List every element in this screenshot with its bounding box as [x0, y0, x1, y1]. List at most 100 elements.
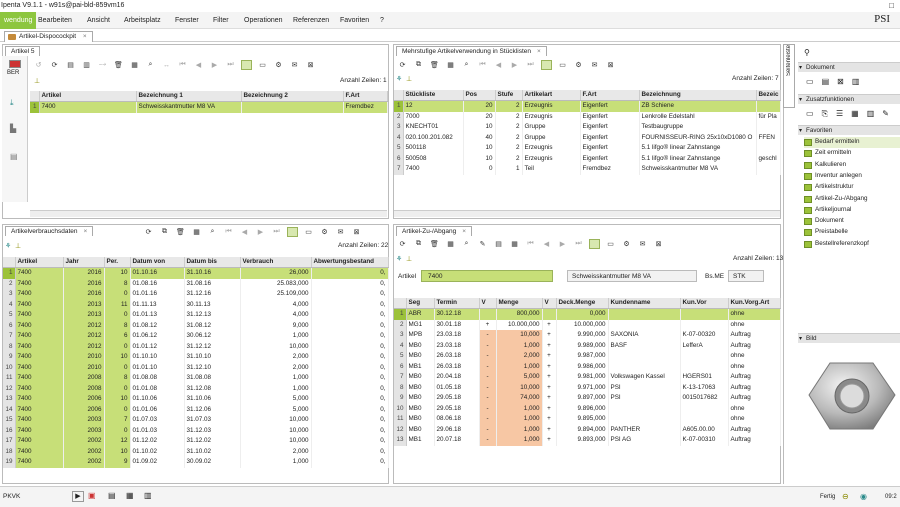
cell-bezeichnung[interactable]: Schweisskantmutter M8 VA	[639, 164, 757, 175]
cell-v[interactable]: -	[479, 361, 497, 372]
cell-kundenname[interactable]	[608, 308, 681, 320]
cell-kun-vor[interactable]	[680, 403, 729, 414]
cell-artikel[interactable]: 7400	[15, 267, 64, 279]
cell-stueckliste[interactable]: 12	[403, 100, 464, 112]
cell-seg[interactable]: MB0	[406, 414, 435, 425]
cell-artikel[interactable]: 7400	[15, 299, 64, 310]
cell-pos[interactable]: 10	[463, 122, 496, 133]
cell-abwertungsbestand[interactable]: 0,	[311, 373, 389, 384]
favorite-item[interactable]: Zeit ermitteln	[804, 148, 900, 159]
table-row[interactable]: 11 7400 2008 8 01.08.08 31.08.08 1,000 0,	[3, 373, 389, 384]
cell-verbrauch[interactable]: 5,000	[240, 404, 312, 415]
cell-abwertungsbestand[interactable]: 0,	[311, 341, 389, 352]
cell-verbrauch[interactable]: 25.109,000	[240, 289, 312, 300]
table-view-icon[interactable]	[589, 239, 600, 249]
cell-seg[interactable]: MB0	[406, 340, 435, 351]
cell-v[interactable]: -	[479, 351, 497, 362]
cell-kundenname[interactable]: PANTHER	[608, 424, 681, 435]
delete-icon[interactable]: 🗑	[429, 60, 440, 70]
cell-menge[interactable]: 5,000	[496, 372, 543, 383]
cell-jahr[interactable]: 2006	[63, 404, 105, 415]
cell-artikel[interactable]: 7400	[15, 436, 64, 447]
cell-seg[interactable]: MB0	[406, 382, 435, 393]
table-row[interactable]: 8 7400 2012 0 01.01.12 31.12.12 10,000 0,	[3, 341, 389, 352]
cell-periode[interactable]: 0	[104, 310, 131, 321]
mail-icon[interactable]: ✉	[637, 239, 648, 249]
prev-icon[interactable]: ◀	[239, 227, 250, 237]
col-periode[interactable]: Per.	[104, 257, 131, 268]
cell-kundenname[interactable]	[608, 319, 681, 330]
cell-fart[interactable]: Eigenfert	[580, 111, 640, 122]
cell-artikel[interactable]: 7400	[15, 425, 64, 436]
tools-icon[interactable]: ⚙	[319, 227, 330, 237]
cell-bezeichnung[interactable]: ZB Schiene	[639, 100, 757, 112]
cell-artikelart[interactable]: Teil	[522, 164, 581, 175]
cell-bezeichnung2[interactable]: geschl	[756, 153, 781, 164]
cell-kun-vor[interactable]	[680, 308, 729, 320]
cell-kun-vor[interactable]	[680, 414, 729, 425]
cell-fart[interactable]: Eigenfert	[580, 100, 640, 112]
cell-deck-menge[interactable]: 9.897,000	[556, 393, 609, 404]
search-icon[interactable]: ⌕	[461, 60, 472, 70]
table-row[interactable]: 6 MB1 26.03.18-1,000 +9.986,000 ohne	[394, 361, 781, 372]
favorite-item[interactable]: Bestellreferenzkopf	[804, 239, 900, 250]
cell-datum-bis[interactable]: 31.10.02	[184, 446, 241, 457]
cell-periode[interactable]: 0	[104, 289, 131, 300]
tools-icon[interactable]: ⚙	[273, 60, 284, 70]
cell-abwertungsbestand[interactable]: 0,	[311, 267, 389, 279]
cell-abwertungsbestand[interactable]: 0,	[311, 425, 389, 436]
tools-icon[interactable]: ⚙	[573, 60, 584, 70]
section-favoriten[interactable]: Favoriten	[798, 125, 900, 136]
table-row[interactable]: 19 7400 2002 9 01.09.02 30.09.02 1,000 0,	[3, 457, 389, 468]
document-list-icon[interactable]: ▤	[822, 77, 830, 86]
first-icon[interactable]: ⏮	[177, 60, 188, 70]
cell-deck-menge[interactable]: 9.981,000	[556, 372, 609, 383]
table-row[interactable]: 16 7400 2003 0 01.01.03 31.12.03 10,000 0,	[3, 425, 389, 436]
refresh-icon[interactable]: ⟳	[143, 227, 154, 237]
form-view-icon[interactable]: ▭	[605, 239, 616, 249]
menu-bearbeiten[interactable]: Bearbeiten	[38, 12, 72, 29]
document-export-icon[interactable]: ⊠	[837, 77, 844, 86]
table-row[interactable]: 12 7400 2008 0 01.01.08 31.12.08 1,000 0,	[3, 383, 389, 394]
cell-v[interactable]: +	[479, 319, 497, 330]
cell-bezeichnung2[interactable]	[756, 164, 781, 175]
table-row[interactable]: 17 7400 2002 12 01.12.02 31.12.02 10,000 0,	[3, 436, 389, 447]
table-row[interactable]: 9 MB0 29.05.18-74,000 +9.897,000 PSI 00150176…	[394, 393, 781, 404]
cell-menge[interactable]: 1,000	[496, 424, 543, 435]
table-row[interactable]: 2 7400 2016 8 01.08.16 31.08.16 25.083,000 0,	[3, 278, 389, 289]
table-row[interactable]: 9 7400 2010 10 01.10.10 31.10.10 2,000 0,	[3, 352, 389, 363]
cell-bezeichnung2[interactable]: FFEN	[756, 132, 781, 143]
table-row[interactable]: 1 7400 Schweisskantmutter M8 VA Fremdbez	[30, 101, 388, 113]
cell-jahr[interactable]: 2010	[63, 362, 105, 373]
cell-v2[interactable]: +	[542, 435, 557, 446]
cell-kun-vorg-art[interactable]: Auftrag	[728, 372, 781, 383]
cell-datum-bis[interactable]: 31.12.12	[184, 341, 241, 352]
col-v2[interactable]: V	[542, 298, 557, 309]
cell-kun-vorg-art[interactable]: Auftrag	[728, 330, 781, 341]
cell-termin[interactable]: 08.06.18	[434, 414, 480, 425]
col-artikelart[interactable]: Artikelart	[522, 90, 581, 101]
close-icon[interactable]: ×	[83, 228, 87, 235]
cell-verbrauch[interactable]: 10,000	[240, 415, 312, 426]
cell-fart[interactable]: Eigenfert	[580, 122, 640, 133]
cell-pos[interactable]: 20	[463, 100, 496, 112]
cell-datum-bis[interactable]: 30.06.12	[184, 331, 241, 342]
menu-referenzen[interactable]: Referenzen	[293, 12, 329, 29]
cell-seg[interactable]: MB0	[406, 351, 435, 362]
filter-icon[interactable]: ▦	[445, 239, 456, 249]
table-view-icon[interactable]	[541, 60, 552, 70]
table-row[interactable]: 10 MB0 29.05.18-1,000 +9.896,000 ohne	[394, 403, 781, 414]
table-row[interactable]: 6 500508 10 2 Erzeugnis Eigenfert 5.1 lifgo® l…	[394, 153, 781, 164]
table-row[interactable]: 4 020.100.201.082 40 2 Gruppe Eigenfert FOURNI…	[394, 132, 781, 143]
next-icon[interactable]: ▶	[255, 227, 266, 237]
menu-help[interactable]: ?	[380, 12, 384, 29]
col-verbrauch[interactable]: Verbrauch	[240, 257, 312, 268]
cell-abwertungsbestand[interactable]: 0,	[311, 446, 389, 457]
cell-abwertungsbestand[interactable]: 0,	[311, 457, 389, 468]
cell-periode[interactable]: 11	[104, 299, 131, 310]
cell-menge[interactable]: 1,000	[496, 435, 543, 446]
cell-seg[interactable]: MB1	[406, 435, 435, 446]
cell-artikel[interactable]: 7400	[15, 289, 64, 300]
cell-kundenname[interactable]: BASF	[608, 340, 681, 351]
cell-menge[interactable]: 1,000	[496, 414, 543, 425]
